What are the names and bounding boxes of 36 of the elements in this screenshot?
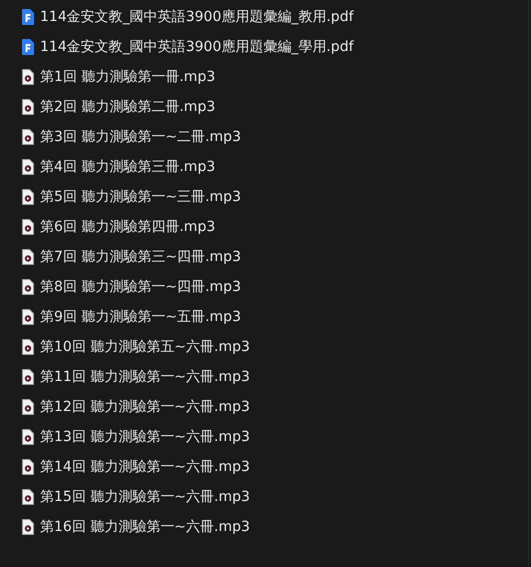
- audio-file-icon: [22, 399, 34, 415]
- file-name[interactable]: 第1回 聽力測驗第一冊.mp3: [40, 66, 216, 88]
- file-name[interactable]: 第3回 聽力測驗第一~二冊.mp3: [40, 126, 241, 148]
- file-name[interactable]: 第9回 聽力測驗第一~五冊.mp3: [40, 306, 241, 328]
- pdf-file-icon: [22, 39, 34, 55]
- audio-file-icon: [22, 489, 34, 505]
- file-name[interactable]: 第15回 聽力測驗第一~六冊.mp3: [40, 486, 250, 508]
- file-name[interactable]: 第6回 聽力測驗第四冊.mp3: [40, 216, 216, 238]
- file-name[interactable]: 第5回 聽力測驗第一~三冊.mp3: [40, 186, 241, 208]
- audio-file-icon: [22, 129, 34, 145]
- audio-file-icon: [22, 159, 34, 175]
- audio-file-icon: [22, 249, 34, 265]
- audio-file-icon: [22, 459, 34, 475]
- audio-file-icon: [22, 309, 34, 325]
- audio-file-icon: [22, 429, 34, 445]
- file-name[interactable]: 第10回 聽力測驗第五~六冊.mp3: [40, 336, 250, 358]
- audio-file-icon: [22, 519, 34, 535]
- file-name[interactable]: 第14回 聽力測驗第一~六冊.mp3: [40, 456, 250, 478]
- audio-file-icon: [22, 339, 34, 355]
- audio-file-icon: [22, 99, 34, 115]
- audio-file-icon: [22, 189, 34, 205]
- file-name[interactable]: 第12回 聽力測驗第一~六冊.mp3: [40, 396, 250, 418]
- file-name[interactable]: 114金安文教_國中英語3900應用題彙編_教用.pdf: [40, 6, 354, 28]
- file-name[interactable]: 114金安文教_國中英語3900應用題彙編_學用.pdf: [40, 36, 354, 58]
- pdf-file-icon: [22, 9, 34, 25]
- file-name[interactable]: 第7回 聽力測驗第三~四冊.mp3: [40, 246, 241, 268]
- file-name[interactable]: 第13回 聽力測驗第一~六冊.mp3: [40, 426, 250, 448]
- audio-file-icon: [22, 279, 34, 295]
- file-name[interactable]: 第8回 聽力測驗第一~四冊.mp3: [40, 276, 241, 298]
- file-name[interactable]: 第16回 聽力測驗第一~六冊.mp3: [40, 516, 250, 538]
- audio-file-icon: [22, 369, 34, 385]
- file-name[interactable]: 第2回 聽力測驗第二冊.mp3: [40, 96, 216, 118]
- audio-file-icon: [22, 69, 34, 85]
- file-name[interactable]: 第11回 聽力測驗第一~六冊.mp3: [40, 366, 250, 388]
- file-name[interactable]: 第4回 聽力測驗第三冊.mp3: [40, 156, 216, 178]
- audio-file-icon: [22, 219, 34, 235]
